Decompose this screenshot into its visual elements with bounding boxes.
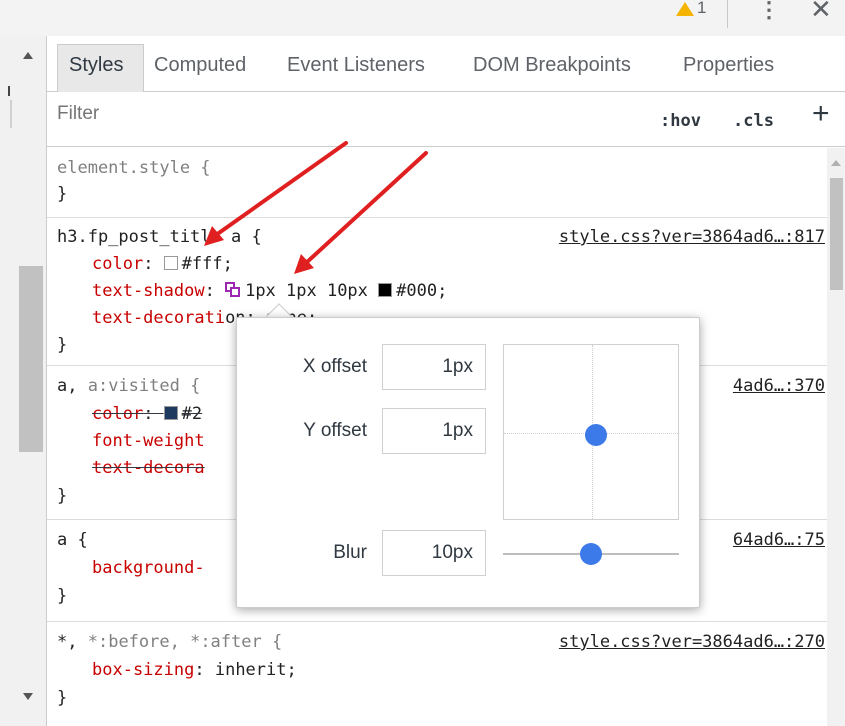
blur-slider-handle[interactable]	[580, 543, 602, 565]
declaration-background[interactable]: background-	[92, 558, 205, 578]
rule-source-link[interactable]: 4ad6…:370	[733, 376, 825, 396]
property-name: color	[92, 254, 144, 274]
hover-state-toggle[interactable]: :hov	[660, 111, 701, 131]
warning-icon[interactable]	[676, 2, 694, 16]
rule-element-style: element.style { }	[47, 148, 827, 218]
rule-source-link[interactable]: 64ad6…:75	[733, 530, 825, 550]
rule-close-brace: }	[57, 486, 68, 506]
more-options-icon[interactable]: ⋮	[758, 0, 780, 21]
property-name: box-sizing	[92, 660, 195, 680]
declaration-box-sizing[interactable]: box-sizing: inherit;	[92, 660, 297, 680]
property-value: #2	[181, 404, 203, 424]
styles-scrollbar[interactable]	[827, 148, 845, 726]
class-toggle[interactable]: .cls	[733, 111, 774, 131]
rule-close-brace: }	[57, 184, 68, 204]
sidebar-tabs: Styles Computed Event Listeners DOM Brea…	[47, 44, 845, 92]
declaration-text-shadow[interactable]: text-shadow: 1px 1px 10px #000;	[92, 281, 447, 301]
x-offset-label: X offset	[302, 356, 367, 377]
property-name: text-decora	[92, 458, 205, 478]
close-icon[interactable]: ✕	[810, 0, 832, 25]
property-value: 1px 1px 10px	[245, 281, 368, 301]
rule-selector[interactable]: a, a:visited {	[57, 376, 200, 396]
tab-styles[interactable]: Styles	[69, 54, 123, 77]
rule-selector[interactable]: *, *:before, *:after {	[57, 632, 282, 652]
tab-dom-breakpoints[interactable]: DOM Breakpoints	[473, 54, 631, 77]
outer-scrollbar-thumb[interactable]	[19, 266, 43, 452]
shadow-editor-popover: X offset 1px Y offset 1px Blur 10px	[236, 317, 700, 608]
property-name: color	[92, 404, 144, 424]
offset-pad-handle[interactable]	[585, 424, 608, 447]
filter-bar: :hov .cls +	[47, 93, 845, 147]
property-name: font-weight	[92, 431, 205, 451]
rule-close-brace: }	[57, 335, 68, 355]
y-offset-input[interactable]: 1px	[382, 408, 486, 454]
rule-source-link[interactable]: style.css?ver=3864ad6…:817	[559, 227, 825, 247]
tab-computed[interactable]: Computed	[154, 54, 246, 77]
color-swatch[interactable]	[163, 406, 178, 420]
blur-input[interactable]: 10px	[382, 530, 486, 576]
filter-input[interactable]	[57, 103, 357, 125]
blur-slider[interactable]	[503, 543, 679, 565]
property-name: text-decorati	[92, 308, 226, 328]
toolbar-divider	[727, 0, 728, 28]
rule-close-brace: }	[57, 688, 68, 708]
styles-scrollbar-thumb[interactable]	[830, 178, 843, 290]
color-swatch[interactable]	[163, 256, 178, 270]
rule-universal: *, *:before, *:after { style.css?ver=386…	[47, 622, 827, 726]
resize-handle[interactable]	[8, 86, 10, 96]
blur-label: Blur	[333, 542, 367, 563]
property-name: text-shadow	[92, 281, 205, 301]
rule-close-brace: }	[57, 586, 68, 606]
declaration-text-decoration-overridden[interactable]: text-decora	[92, 458, 205, 478]
scroll-down-arrow-icon[interactable]	[23, 693, 33, 700]
rule-selector[interactable]: element.style {	[57, 158, 211, 178]
x-offset-input[interactable]: 1px	[382, 344, 486, 390]
scroll-up-arrow-icon[interactable]	[23, 52, 33, 59]
declaration-font-weight[interactable]: font-weight	[92, 431, 205, 451]
resize-track	[10, 100, 12, 128]
scroll-up-arrow-icon[interactable]	[831, 160, 841, 166]
property-name: background-	[92, 558, 205, 578]
tab-properties[interactable]: Properties	[683, 54, 774, 77]
shadow-editor-icon[interactable]	[225, 282, 241, 298]
devtools-top-bar: 1 ⋮ ✕	[0, 0, 845, 36]
declaration-color[interactable]: color: #fff;	[92, 254, 233, 274]
property-value: inherit;	[214, 660, 297, 680]
property-value: #fff;	[181, 254, 233, 274]
tab-event-listeners[interactable]: Event Listeners	[287, 54, 425, 77]
add-rule-button[interactable]: +	[812, 97, 830, 131]
property-value-color: #000;	[396, 281, 448, 301]
y-offset-label: Y offset	[303, 420, 367, 441]
rule-source-link[interactable]: style.css?ver=3864ad6…:270	[559, 632, 825, 652]
color-swatch[interactable]	[378, 283, 393, 297]
rule-selector[interactable]: a {	[57, 530, 88, 550]
declaration-color-overridden[interactable]: color: #2	[92, 404, 202, 424]
rule-selector[interactable]: h3.fp_post_title a {	[57, 227, 262, 247]
warning-count[interactable]: 1	[697, 0, 706, 18]
offset-pad[interactable]	[503, 344, 679, 520]
